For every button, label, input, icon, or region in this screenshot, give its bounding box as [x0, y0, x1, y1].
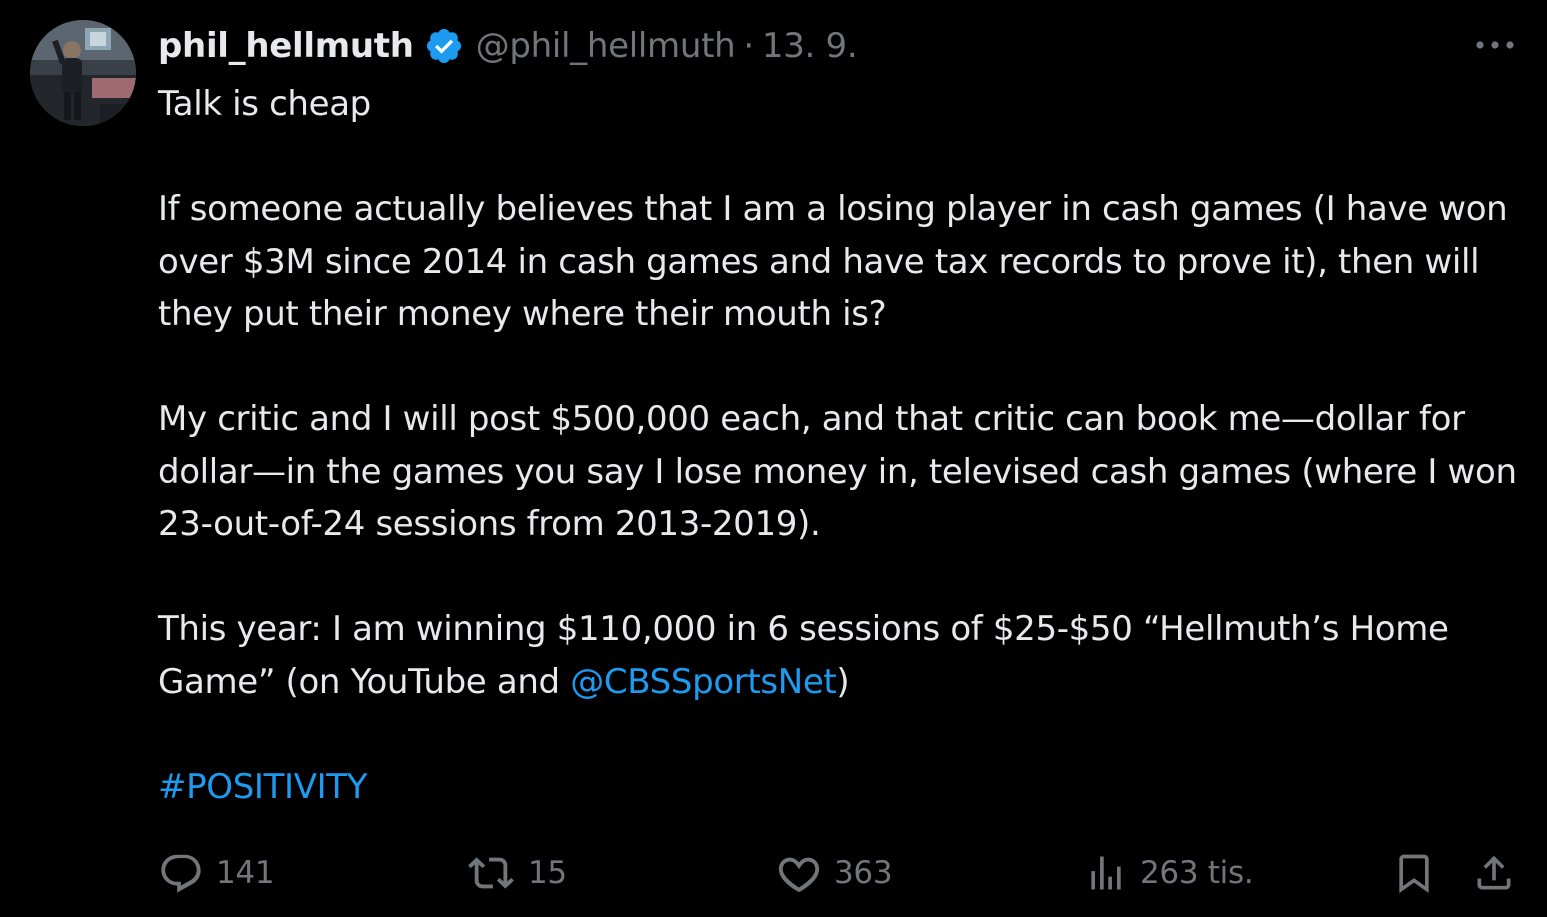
retweet-button[interactable]: 15 — [466, 846, 567, 900]
like-count: 363 — [834, 855, 893, 891]
action-bar: 141 15 363 263 tis. — [0, 846, 1547, 900]
author-display-name[interactable]: phil_hellmuth — [158, 26, 414, 66]
reply-icon — [158, 850, 204, 896]
bookmark-button[interactable] — [1392, 846, 1436, 900]
reply-button[interactable]: 141 — [158, 846, 275, 900]
views-count: 263 tis. — [1140, 855, 1254, 891]
tweet-paragraph-3: My critic and I will post $500,000 each,… — [158, 399, 1517, 544]
tweet-paragraph-2: If someone actually believes that I am a… — [158, 189, 1508, 334]
tweet-date[interactable]: 13. 9. — [762, 26, 858, 66]
views-button[interactable]: 263 tis. — [1084, 846, 1254, 900]
header-separator: · — [743, 26, 754, 66]
retweet-icon — [466, 850, 516, 896]
share-icon — [1472, 850, 1516, 896]
verified-icon[interactable] — [424, 26, 464, 66]
tweet: phil_hellmuth @phil_hellmuth · 13. 9. Ta… — [0, 0, 1547, 917]
views-icon — [1084, 850, 1128, 896]
author-handle[interactable]: @phil_hellmuth — [476, 26, 736, 66]
like-button[interactable]: 363 — [776, 846, 893, 900]
like-icon — [776, 850, 822, 896]
bookmark-icon — [1392, 850, 1436, 896]
retweet-count: 15 — [528, 855, 567, 891]
share-button[interactable] — [1472, 846, 1516, 900]
tweet-paragraph-4: This year: I am winning $110,000 in 6 se… — [158, 603, 1518, 708]
hashtag-link[interactable]: #POSITIVITY — [158, 767, 367, 807]
reply-count: 141 — [216, 855, 275, 891]
avatar[interactable] — [30, 20, 136, 126]
tweet-header: phil_hellmuth @phil_hellmuth · 13. 9. — [158, 22, 858, 70]
tweet-line-1: Talk is cheap — [158, 84, 371, 124]
tweet-paragraph-4-end: ) — [836, 661, 850, 702]
tweet-text: Talk is cheap If someone actually believ… — [158, 78, 1518, 813]
more-icon[interactable] — [1470, 30, 1520, 60]
mention-link[interactable]: @CBSSportsNet — [570, 662, 837, 702]
